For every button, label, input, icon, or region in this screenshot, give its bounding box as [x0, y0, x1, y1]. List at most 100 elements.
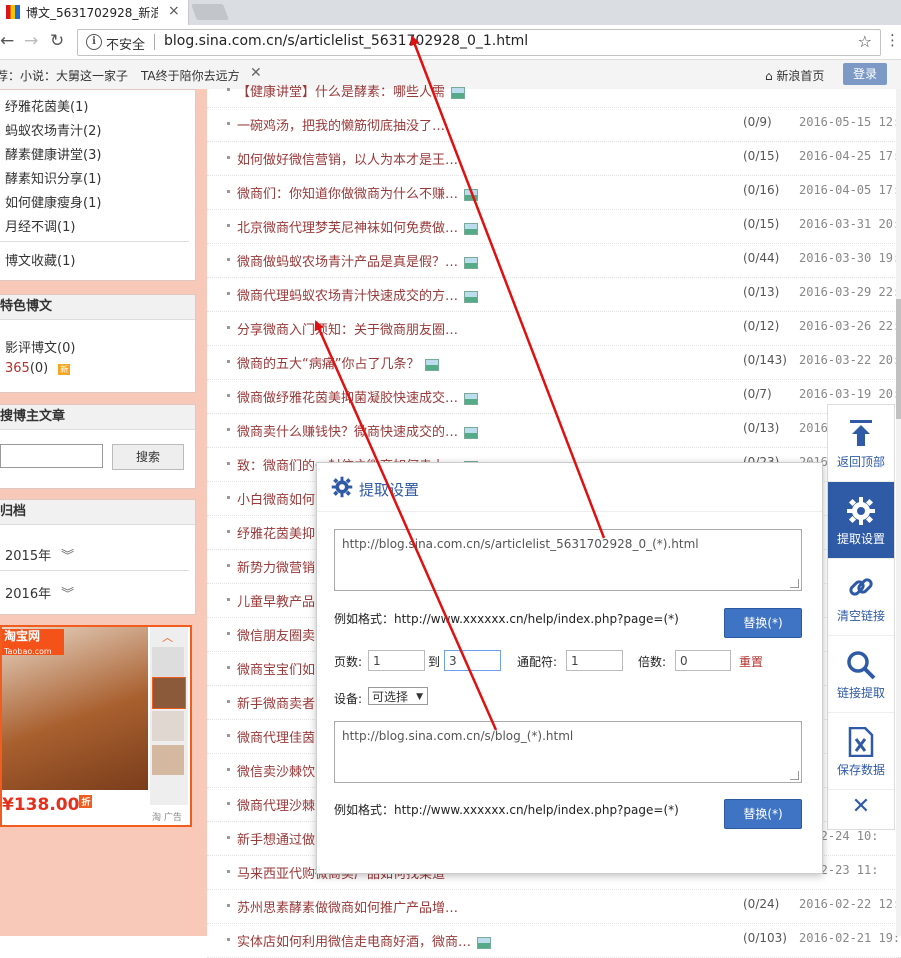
article-title-link[interactable]: 微商代理蚂蚁农场青汁快速成交的方…	[237, 285, 479, 304]
sidebar-category-item[interactable]: 纾雅花茵美(1)	[5, 96, 88, 115]
article-title-link[interactable]: 微商做蚂蚁农场青汁产品是真是假？…	[237, 251, 479, 270]
article-title-link[interactable]: 新势力微营销	[237, 557, 315, 576]
article-title-link[interactable]: 微商卖什么赚钱快？微商快速成交的…	[237, 421, 479, 440]
article-title[interactable]: 微商卖什么赚钱快？微商快速成交的…	[237, 425, 458, 440]
article-title[interactable]: 一碗鸡汤，把我的懒筋彻底抽没了…	[237, 119, 445, 134]
back-arrow-icon[interactable]: ←	[0, 31, 14, 51]
article-title-link[interactable]: 一碗鸡汤，把我的懒筋彻底抽没了…	[237, 115, 445, 134]
article-title[interactable]: 微商宝宝们如	[237, 663, 315, 678]
insecure-label[interactable]: 不安全	[106, 34, 145, 53]
article-title-link[interactable]: 微商做纾雅花茵美抑菌凝胶快速成交…	[237, 387, 479, 406]
article-title[interactable]: 新手微商卖者	[237, 697, 315, 712]
clear-links-button[interactable]: 清空链接	[828, 559, 894, 636]
ad-price-value[interactable]: ¥138.00	[2, 795, 79, 815]
bookmark-star-icon[interactable]: ☆	[858, 32, 872, 51]
pages-to-input[interactable]: 3	[444, 650, 501, 671]
detail-url-pattern[interactable]: http://blog.sina.com.cn/s/blog_(*).html	[342, 729, 573, 743]
article-title-link[interactable]: 微商宝宝们如	[237, 659, 315, 678]
browser-tab-active[interactable]: 博文_5631702928_新浪 ×	[0, 0, 189, 25]
favorites-label[interactable]: 博文收藏	[5, 254, 57, 269]
reset-link[interactable]: 重置	[739, 653, 763, 670]
detail-url-pattern-textarea[interactable]: http://blog.sina.com.cn/s/blog_(*).html	[334, 721, 802, 783]
article-title[interactable]: 微信卖沙棘饮	[237, 765, 315, 780]
sidebar-category-item[interactable]: 酵素知识分享(1)	[5, 168, 101, 187]
category-label[interactable]: 酵素知识分享	[5, 172, 83, 187]
resize-grip-icon[interactable]	[790, 579, 799, 588]
article-title[interactable]: 微商代理沙棘	[237, 799, 315, 814]
pages-from-input[interactable]: 1	[368, 650, 425, 671]
article-title-link[interactable]: 北京微商代理梦芙尼神袜如何免费做…	[237, 217, 479, 236]
article-title[interactable]: 微商做纾雅花茵美抑菌凝胶快速成交…	[237, 391, 458, 406]
category-label[interactable]: 纾雅花茵美	[5, 100, 70, 115]
sidebar-category-item[interactable]: 如何健康瘦身(1)	[5, 192, 101, 211]
info-icon[interactable]: i	[86, 34, 102, 50]
article-title[interactable]: 新手想通过做	[237, 833, 315, 848]
chevron-down-icon[interactable]: ︾	[61, 587, 74, 602]
article-title[interactable]: 新势力微营销	[237, 561, 315, 576]
ad-wallet-image[interactable]: 淘宝网 Taobao.com	[2, 627, 148, 790]
ad-thumb[interactable]	[152, 711, 184, 741]
article-title-link[interactable]: 实体店如何利用微信走电商好酒，微商…	[237, 931, 492, 950]
extract-links-button[interactable]: 链接提取	[828, 636, 894, 713]
article-title-link[interactable]: 微商的五大“病痛”你占了几条？	[237, 353, 440, 372]
article-title-link[interactable]: 分享微商入门须知：关于微商朋友圈…	[237, 319, 458, 338]
hot-link-1[interactable]: 荐：小说：大舅这一家子	[0, 67, 128, 84]
list-url-pattern-textarea[interactable]: http://blog.sina.com.cn/s/articlelist_56…	[334, 529, 802, 591]
multiple-input[interactable]: 0	[675, 650, 731, 671]
category-label[interactable]: 月经不调	[5, 220, 57, 235]
featured-item-365[interactable]: 365(0) 新	[5, 361, 71, 376]
article-title[interactable]: 儿童早教产品	[237, 595, 315, 610]
replace-button-1[interactable]: 替换(*)	[724, 608, 802, 638]
article-title[interactable]: 微商们：你知道你做微商为什么不赚…	[237, 187, 458, 202]
chevron-up-icon[interactable]: ︿	[162, 629, 173, 645]
reload-icon[interactable]: ↻	[50, 31, 64, 51]
article-title-link[interactable]: 微商代理沙棘	[237, 795, 315, 814]
article-title-link[interactable]: 苏州思素酵素做微商如何推广产品增…	[237, 897, 458, 916]
chevron-down-icon[interactable]: ︾	[61, 549, 74, 564]
archive-2015[interactable]: 2015年 ︾	[5, 545, 74, 564]
article-title-link[interactable]: 小白微商如何	[237, 489, 315, 508]
taobao-ad[interactable]: 淘宝网 Taobao.com ︿ ¥138.00 折 淘 广告	[0, 625, 192, 827]
article-title[interactable]: 微商代理蚂蚁农场青汁快速成交的方…	[237, 289, 458, 304]
article-title-link[interactable]: 新手微商卖者	[237, 693, 315, 712]
ad-thumbnails[interactable]: ︿	[150, 627, 188, 805]
article-title[interactable]: 如何做好微信营销，以人为本才是王…	[237, 153, 458, 168]
extract-settings-button[interactable]: 提取设置	[828, 482, 894, 559]
article-title-link[interactable]: 微商们：你知道你做微商为什么不赚…	[237, 183, 479, 202]
article-title-link[interactable]: 【健康讲堂】什么是酵素：哪些人需	[237, 81, 466, 100]
page-scrollbar[interactable]	[896, 89, 901, 936]
article-title-link[interactable]: 微商代理佳茵	[237, 727, 315, 746]
address-bar[interactable]: i 不安全 blog.sina.com.cn/s/articlelist_563…	[77, 29, 881, 56]
article-title[interactable]: 微商代理佳茵	[237, 731, 315, 746]
archive-year[interactable]: 2015年	[5, 549, 51, 564]
blog-search-input[interactable]	[0, 444, 103, 468]
article-title-link[interactable]: 新手想通过做	[237, 829, 315, 848]
article-title-link[interactable]: 儿童早教产品	[237, 591, 315, 610]
category-label[interactable]: 蚂蚁农场青汁	[5, 124, 83, 139]
sidebar-category-item[interactable]: 蚂蚁农场青汁(2)	[5, 120, 101, 139]
list-url-pattern[interactable]: http://blog.sina.com.cn/s/articlelist_56…	[342, 537, 699, 551]
category-label[interactable]: 酵素健康讲堂	[5, 148, 83, 163]
ad-thumb[interactable]	[152, 647, 184, 677]
article-title[interactable]: 【健康讲堂】什么是酵素：哪些人需	[237, 85, 445, 100]
article-title-link[interactable]: 纾雅花茵美抑	[237, 523, 315, 542]
category-label[interactable]: 如何健康瘦身	[5, 196, 83, 211]
browser-menu-icon[interactable]: ⋮	[885, 31, 900, 49]
save-data-button[interactable]: 保存数据	[828, 713, 894, 790]
close-icon[interactable]: ✕	[828, 785, 894, 829]
sidebar-category-item[interactable]: 酵素健康讲堂(3)	[5, 144, 101, 163]
ad-thumb[interactable]	[152, 677, 186, 709]
article-title[interactable]: 微商做蚂蚁农场青汁产品是真是假？…	[237, 255, 458, 270]
scrollbar-thumb[interactable]	[896, 299, 901, 419]
sidebar-category-item[interactable]: 月经不调(1)	[5, 216, 75, 235]
new-tab-button[interactable]	[191, 4, 229, 20]
dropdown-arrow-icon[interactable]: ▼	[416, 688, 423, 706]
forward-arrow-icon[interactable]: →	[24, 31, 38, 51]
resize-grip-icon[interactable]	[790, 771, 799, 780]
back-to-top-button[interactable]: 返回顶部	[828, 405, 894, 482]
article-title[interactable]: 微商的五大“病痛”你占了几条？	[237, 357, 419, 372]
device-select-value[interactable]: 可选择	[372, 690, 408, 704]
article-title[interactable]: 微信朋友圈卖	[237, 629, 315, 644]
article-title-link[interactable]: 微信卖沙棘饮	[237, 761, 315, 780]
featured-label[interactable]: 365	[5, 361, 30, 376]
